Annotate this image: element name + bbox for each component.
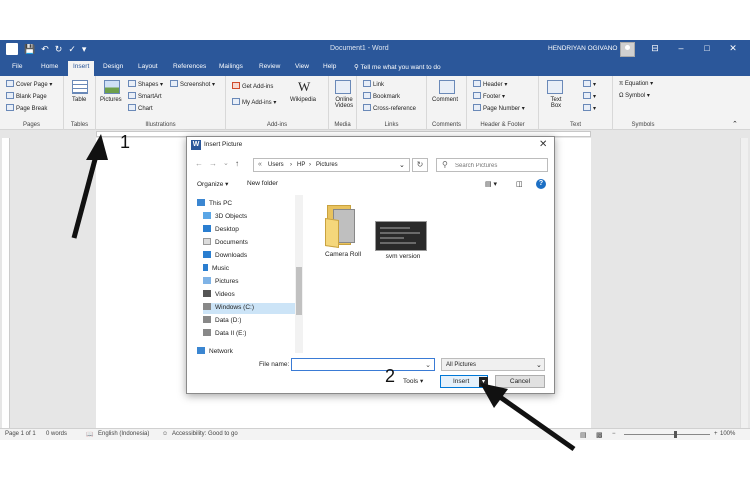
arrow-to-pictures <box>71 134 108 239</box>
step-number-2: 2 <box>385 366 396 386</box>
step-number-1: 1 <box>120 132 131 152</box>
arrow-to-insert <box>480 383 576 452</box>
annotation-arrows <box>71 134 576 452</box>
screenshot: W 💾 ↶ ↻ ✓ ▾ Document1 - Word HENDRIYAN O… <box>0 0 750 500</box>
